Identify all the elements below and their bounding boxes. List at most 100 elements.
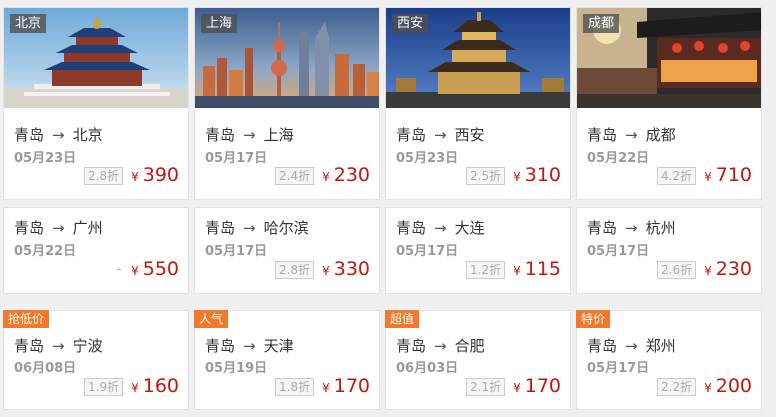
price-value: 310 bbox=[524, 164, 561, 186]
discount-badge: 1.2折 bbox=[466, 261, 506, 279]
currency-symbol: ¥ bbox=[704, 170, 712, 184]
destination-city: 天津 bbox=[263, 337, 294, 355]
price[interactable]: ¥550 bbox=[131, 258, 179, 280]
departure-date: 05月22日 bbox=[587, 151, 650, 166]
flight-card-zhengzhou[interactable]: 特价 青岛 → 郑州 05月17日 2.2折 ¥200 bbox=[576, 310, 762, 410]
flight-card-hangzhou[interactable]: 青岛 → 杭州 05月17日 2.6折 ¥230 bbox=[576, 207, 762, 294]
flight-card-tianjin[interactable]: 人气 青岛 → 天津 05月19日 1.8折 ¥170 bbox=[194, 310, 380, 410]
destination-city: 合肥 bbox=[454, 337, 485, 355]
departure-date: 05月19日 bbox=[205, 361, 268, 376]
price[interactable]: ¥230 bbox=[704, 258, 752, 280]
arrow-icon: → bbox=[52, 337, 65, 355]
flight-card-harbin[interactable]: 青岛 → 哈尔滨 05月17日 2.8折 ¥330 bbox=[194, 207, 380, 294]
flight-card-dalian[interactable]: 青岛 → 大连 05月17日 1.2折 ¥115 bbox=[385, 207, 571, 294]
destination-city: 哈尔滨 bbox=[263, 219, 309, 237]
promo-badge: 抢低价 bbox=[3, 310, 50, 328]
route: 青岛 → 北京 bbox=[14, 124, 103, 145]
price-value: 160 bbox=[142, 375, 179, 397]
price-value: 230 bbox=[333, 164, 370, 186]
discount-badge: 2.2折 bbox=[657, 378, 697, 396]
price[interactable]: ¥170 bbox=[513, 375, 561, 397]
destination-city: 杭州 bbox=[645, 219, 676, 237]
currency-symbol: ¥ bbox=[513, 264, 521, 278]
price-value: 200 bbox=[715, 375, 752, 397]
flight-card-hefei[interactable]: 超值 青岛 → 合肥 06月03日 2.1折 ¥170 bbox=[385, 310, 571, 410]
arrow-icon: → bbox=[625, 337, 638, 355]
flight-card-guangzhou[interactable]: 青岛 → 广州 05月22日 - ¥550 bbox=[3, 207, 189, 294]
destination-city: 上海 bbox=[263, 126, 294, 144]
departure-date: 05月17日 bbox=[205, 151, 268, 166]
origin-city: 青岛 bbox=[587, 126, 618, 144]
arrow-icon: → bbox=[434, 337, 447, 355]
origin-city: 青岛 bbox=[14, 337, 45, 355]
origin-city: 青岛 bbox=[396, 126, 427, 144]
flight-card-xian[interactable]: 西安 青岛 → 西安 05月23日 2.5折 ¥310 bbox=[385, 7, 571, 200]
discount-badge: 2.1折 bbox=[466, 378, 506, 396]
price[interactable]: ¥390 bbox=[131, 164, 179, 186]
origin-city: 青岛 bbox=[205, 219, 236, 237]
destination-city: 西安 bbox=[454, 126, 485, 144]
discount-badge: 2.8折 bbox=[275, 261, 315, 279]
discount-placeholder: - bbox=[117, 262, 122, 276]
departure-date: 05月23日 bbox=[14, 151, 77, 166]
price[interactable]: ¥115 bbox=[513, 258, 561, 280]
price-value: 390 bbox=[142, 164, 179, 186]
arrow-icon: → bbox=[625, 219, 638, 237]
price[interactable]: ¥160 bbox=[131, 375, 179, 397]
price-value: 330 bbox=[333, 258, 370, 280]
route: 青岛 → 上海 bbox=[205, 124, 294, 145]
currency-symbol: ¥ bbox=[513, 381, 521, 395]
arrow-icon: → bbox=[52, 219, 65, 237]
discount-badge: 1.8折 bbox=[275, 378, 315, 396]
price[interactable]: ¥330 bbox=[322, 258, 370, 280]
route: 青岛 → 郑州 bbox=[587, 335, 676, 356]
price[interactable]: ¥170 bbox=[322, 375, 370, 397]
destination-city: 郑州 bbox=[645, 337, 676, 355]
route: 青岛 → 成都 bbox=[587, 124, 676, 145]
departure-date: 05月17日 bbox=[587, 244, 650, 259]
city-tag: 成都 bbox=[583, 14, 620, 33]
departure-date: 05月22日 bbox=[14, 244, 77, 259]
price-value: 550 bbox=[142, 258, 179, 280]
price[interactable]: ¥710 bbox=[704, 164, 752, 186]
price[interactable]: ¥310 bbox=[513, 164, 561, 186]
price-value: 710 bbox=[715, 164, 752, 186]
origin-city: 青岛 bbox=[396, 219, 427, 237]
shanghai-photo: 上海 bbox=[195, 8, 379, 108]
discount-badge: 2.4折 bbox=[275, 167, 315, 185]
origin-city: 青岛 bbox=[205, 337, 236, 355]
promo-badge: 特价 bbox=[576, 310, 611, 328]
discount-badge: 2.8折 bbox=[84, 167, 124, 185]
xian-photo: 西安 bbox=[386, 8, 570, 108]
arrow-icon: → bbox=[243, 219, 256, 237]
currency-symbol: ¥ bbox=[322, 381, 330, 395]
route: 青岛 → 杭州 bbox=[587, 217, 676, 238]
origin-city: 青岛 bbox=[14, 219, 45, 237]
discount-badge: 4.2折 bbox=[657, 167, 697, 185]
price[interactable]: ¥200 bbox=[704, 375, 752, 397]
promo-badge: 超值 bbox=[385, 310, 420, 328]
currency-symbol: ¥ bbox=[513, 170, 521, 184]
currency-symbol: ¥ bbox=[131, 170, 139, 184]
currency-symbol: ¥ bbox=[704, 381, 712, 395]
promo-badge: 人气 bbox=[194, 310, 229, 328]
origin-city: 青岛 bbox=[205, 126, 236, 144]
currency-symbol: ¥ bbox=[704, 264, 712, 278]
departure-date: 05月23日 bbox=[396, 151, 459, 166]
destination-city: 广州 bbox=[72, 219, 103, 237]
arrow-icon: → bbox=[243, 337, 256, 355]
route: 青岛 → 广州 bbox=[14, 217, 103, 238]
departure-date: 05月17日 bbox=[587, 361, 650, 376]
origin-city: 青岛 bbox=[587, 337, 618, 355]
flight-card-ningbo[interactable]: 抢低价 青岛 → 宁波 06月08日 1.9折 ¥160 bbox=[3, 310, 189, 410]
arrow-icon: → bbox=[243, 126, 256, 144]
flight-card-shanghai[interactable]: 上海 青岛 → 上海 05月17日 2.4折 ¥230 bbox=[194, 7, 380, 200]
currency-symbol: ¥ bbox=[131, 264, 139, 278]
price-value: 170 bbox=[333, 375, 370, 397]
flight-card-chengdu[interactable]: 成都 青岛 → 成都 05月22日 4.2折 ¥710 bbox=[576, 7, 762, 200]
arrow-icon: → bbox=[625, 126, 638, 144]
price-value: 170 bbox=[524, 375, 561, 397]
flight-card-beijing[interactable]: 北京 青岛 → 北京 05月23日 2.8折 ¥390 bbox=[3, 7, 189, 200]
price[interactable]: ¥230 bbox=[322, 164, 370, 186]
discount-badge: 1.9折 bbox=[84, 378, 124, 396]
